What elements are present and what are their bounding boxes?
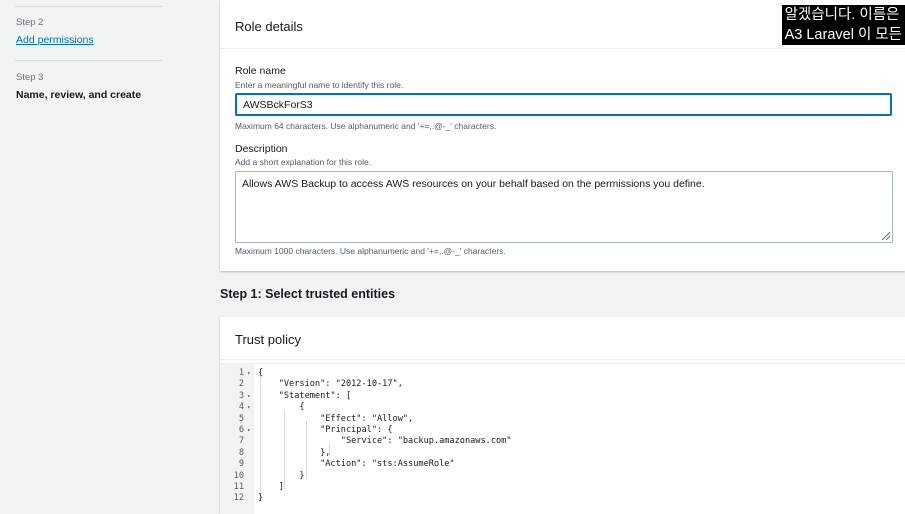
- line-number: 7: [238, 436, 244, 447]
- code-text: "Effect": "Allow",: [258, 413, 414, 424]
- line-number: 3: [238, 390, 244, 401]
- code-line: 3 ▾ "Statement": [: [220, 391, 905, 402]
- code-text: },: [258, 447, 331, 458]
- wizard-nav: Step 2 Add permissions Step 3 Name, revi…: [0, 0, 200, 513]
- nav-divider: [15, 60, 162, 61]
- trust-policy-title: Trust policy: [235, 332, 301, 347]
- line-number: 4: [238, 402, 244, 413]
- code-text: "Action": "sts:AssumeRole": [258, 459, 455, 470]
- code-line: 5 "Effect": "Allow",: [220, 414, 905, 425]
- nav-link-add-permissions[interactable]: Add permissions: [16, 34, 94, 46]
- role-name-label: Role name: [235, 65, 286, 77]
- line-number: 5: [238, 413, 244, 424]
- line-number: 6: [238, 425, 244, 435]
- code-text: }: [258, 470, 305, 481]
- step3-caption: Step 3: [16, 72, 44, 83]
- nav-current-step: Name, review, and create: [16, 89, 142, 101]
- code-line: 8 },: [220, 448, 905, 459]
- code-text: "Service": "backup.amazonaws.com": [258, 436, 512, 447]
- line-number: 2: [238, 379, 244, 390]
- code-line: 7 "Service": "backup.amazonaws.com": [220, 436, 905, 447]
- step1-heading: Step 1: Select trusted entities: [220, 287, 396, 301]
- role-name-description: Enter a meaningful name to identify this…: [235, 80, 404, 90]
- line-number: 12: [233, 493, 244, 504]
- code-line: 9 "Action": "sts:AssumeRole": [220, 459, 905, 470]
- code-line: 10 }: [220, 471, 905, 482]
- caption-line: A3 Laravel 이 모든: [784, 27, 902, 43]
- caption-line: 알겠습니다. 이름은: [784, 7, 900, 23]
- description-help: Add a short explanation for this role.: [235, 157, 372, 167]
- role-details-title: Role details: [235, 19, 303, 34]
- fold-toggle-icon[interactable]: ▾: [247, 391, 253, 402]
- description-label: Description: [235, 143, 288, 155]
- code-text: }: [258, 493, 264, 504]
- line-number: 11: [233, 482, 244, 492]
- line-number: 9: [238, 459, 244, 470]
- code-line: 2 "Version": "2012-10-17",: [220, 379, 905, 390]
- panel-divider: [220, 48, 905, 49]
- code-line: 4 ▾ {: [220, 402, 905, 413]
- trust-policy-panel: Trust policy 1 ▾{2 "Version": "2012-10-17…: [220, 317, 905, 514]
- resize-handle-icon[interactable]: [879, 229, 891, 241]
- code-text: {: [258, 402, 305, 413]
- code-editor[interactable]: 1 ▾{2 "Version": "2012-10-17", 3 ▾ "Stateme…: [220, 363, 905, 514]
- panel-divider: [220, 359, 905, 360]
- code-line: 12}: [220, 493, 905, 504]
- code-line: 11 ]: [220, 482, 905, 493]
- role-name-constraint: Maximum 64 characters. Use alphanumeric …: [235, 121, 497, 131]
- role-name-input[interactable]: [235, 93, 892, 116]
- fold-toggle-icon[interactable]: ▾: [247, 425, 253, 436]
- description-constraint: Maximum 1000 characters. Use alphanumeri…: [235, 246, 506, 256]
- description-textarea[interactable]: Allows AWS Backup to access AWS resource…: [235, 171, 893, 243]
- code-text: "Statement": [: [258, 390, 352, 401]
- code-text: ]: [258, 482, 284, 492]
- code-text: "Version": "2012-10-17",: [258, 379, 403, 390]
- code-line: 1 ▾ {: [220, 368, 905, 379]
- code-text: "Principal": {: [258, 425, 393, 435]
- step2-caption: Step 2: [16, 17, 44, 28]
- code-line: 6 ▾ "Principal": {: [220, 425, 905, 436]
- line-number: 1: [238, 368, 244, 378]
- line-number: 10: [233, 470, 244, 481]
- code-text: {: [258, 368, 264, 378]
- video-caption: 알겠습니다. 이름은 A3 Laravel 이 모든: [781, 5, 905, 45]
- line-number: 8: [238, 447, 244, 458]
- fold-toggle-icon[interactable]: ▾: [247, 402, 253, 413]
- nav-divider: [15, 6, 162, 7]
- fold-toggle-icon[interactable]: ▾: [247, 368, 253, 379]
